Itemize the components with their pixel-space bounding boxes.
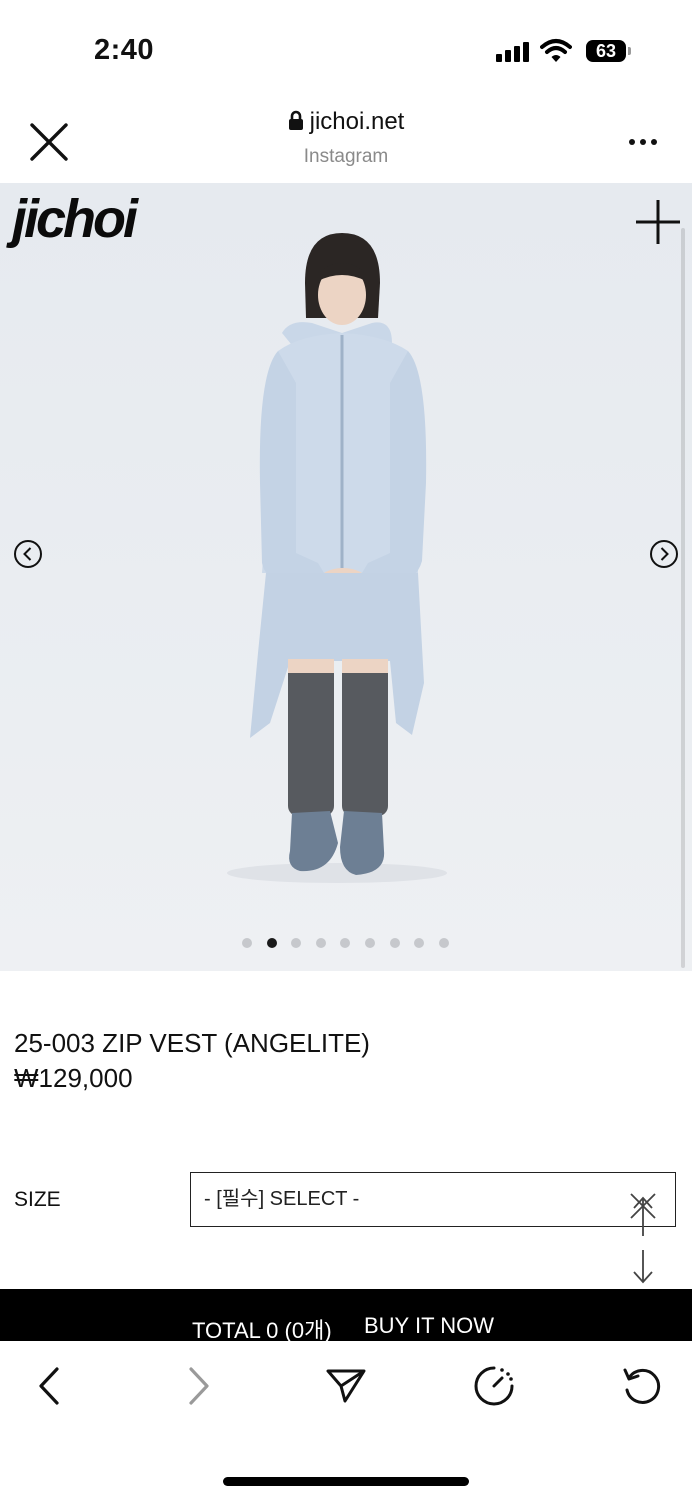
browser-domain[interactable]: jichoi.net <box>0 108 692 136</box>
signal-icon <box>496 42 530 62</box>
status-time: 2:40 <box>94 34 155 66</box>
scroll-down-icon[interactable] <box>628 1248 658 1286</box>
size-label: SIZE <box>14 1188 61 1211</box>
home-indicator[interactable] <box>223 1477 469 1486</box>
share-icon[interactable] <box>325 1367 367 1405</box>
domain-text: jichoi.net <box>309 108 405 135</box>
carousel-dot[interactable] <box>439 938 449 948</box>
prev-arrow-icon[interactable] <box>13 539 43 569</box>
scrollbar[interactable] <box>681 228 685 968</box>
carousel-dot[interactable] <box>340 938 350 948</box>
wifi-icon <box>540 39 572 62</box>
carousel-dot[interactable] <box>414 938 424 948</box>
carousel-dot[interactable] <box>390 938 400 948</box>
product-price: ₩129,000 <box>14 1063 133 1093</box>
forward-icon[interactable] <box>186 1366 212 1406</box>
battery-icon: 63 <box>586 40 626 62</box>
product-image[interactable] <box>0 183 692 971</box>
product-title: 25-003 ZIP VEST (ANGELITE) <box>14 1028 370 1058</box>
total-text: TOTAL 0 (0개) <box>192 1318 332 1341</box>
carousel-dots[interactable] <box>0 938 692 948</box>
model-photo <box>227 233 447 883</box>
back-icon[interactable] <box>36 1366 62 1406</box>
carousel-dot[interactable] <box>316 938 326 948</box>
next-arrow-icon[interactable] <box>649 539 679 569</box>
size-select[interactable]: - [필수] SELECT - <box>190 1172 676 1227</box>
carousel-dot-active[interactable] <box>267 938 277 948</box>
carousel-dot[interactable] <box>291 938 301 948</box>
carousel-dot[interactable] <box>242 938 252 948</box>
battery-tip <box>628 47 631 55</box>
purchase-bar: TOTAL 0 (0개) BUY IT NOW <box>0 1289 692 1341</box>
carousel-dot[interactable] <box>365 938 375 948</box>
plus-icon[interactable] <box>634 198 682 246</box>
reload-icon[interactable] <box>621 1366 663 1408</box>
brand-logo[interactable]: jichoi <box>12 188 138 250</box>
speed-icon[interactable] <box>472 1364 516 1408</box>
buy-now-button[interactable]: BUY IT NOW <box>364 1313 494 1339</box>
scroll-up-icon[interactable] <box>628 1190 658 1238</box>
browser-source: Instagram <box>303 146 389 167</box>
lock-icon <box>288 110 303 130</box>
more-icon[interactable] <box>628 138 658 146</box>
